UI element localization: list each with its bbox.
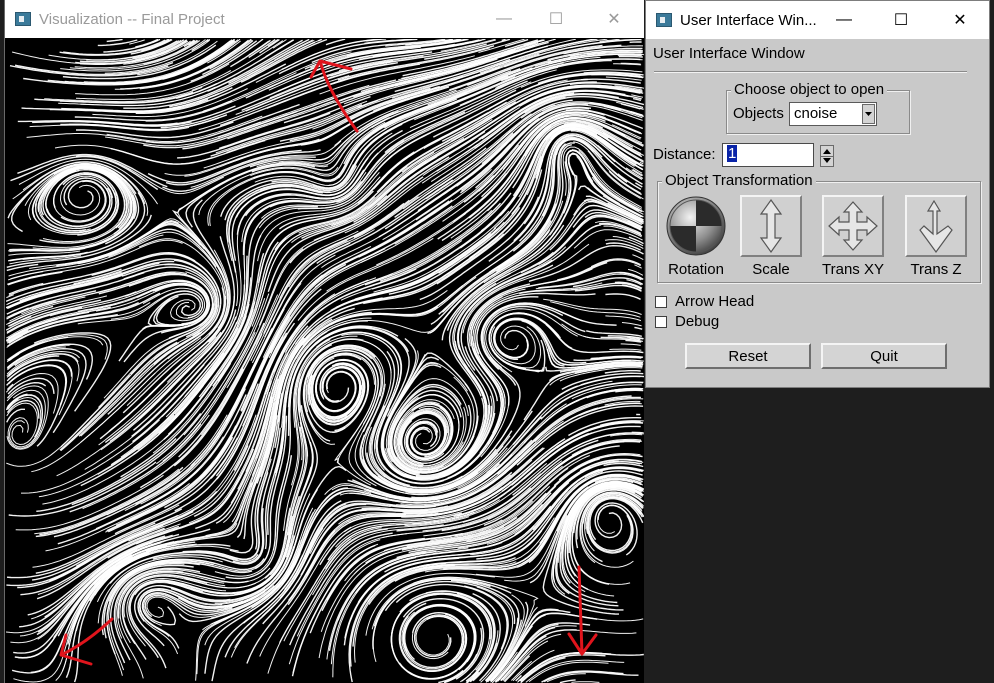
trans-xy-tool[interactable]: Trans XY [822, 195, 884, 278]
distance-label: Distance: [653, 146, 716, 163]
trans-z-label: Trans Z [910, 261, 962, 278]
spinner-up-icon[interactable] [823, 149, 831, 154]
close-button[interactable]: ✕ [591, 0, 637, 38]
debug-checkbox[interactable]: Debug [655, 313, 719, 330]
vis-titlebar[interactable]: Visualization -- Final Project — ☐ ✕ [5, 0, 644, 38]
distance-input[interactable]: 1 [722, 143, 814, 167]
open-object-group: Choose object to open Objects cnoise [726, 81, 910, 134]
minimize-button[interactable]: — [481, 0, 527, 38]
arrow-head-label: Arrow Head [675, 293, 755, 310]
ui-panel: User Interface Window Choose object to o… [646, 39, 989, 387]
open-group-legend: Choose object to open [731, 81, 888, 98]
objects-dropdown[interactable]: cnoise [789, 102, 877, 126]
minimize-button[interactable]: — [821, 1, 867, 39]
panel-heading: User Interface Window [653, 45, 805, 62]
reset-button[interactable]: Reset [685, 343, 811, 369]
distance-spinner[interactable] [820, 145, 834, 167]
debug-checkbox-box[interactable] [655, 315, 667, 328]
streamline-visualization [6, 39, 644, 683]
objects-label: Objects [733, 105, 784, 122]
ui-titlebar[interactable]: User Interface Win... — ☐ ✕ [646, 1, 989, 39]
ui-window-title: User Interface Win... [680, 11, 817, 29]
maximize-button[interactable]: ☐ [533, 0, 579, 38]
arrow-head-checkbox[interactable]: Arrow Head [655, 293, 754, 310]
scale-label: Scale [752, 261, 790, 278]
rotation-sphere-icon[interactable] [665, 195, 727, 257]
scale-arrow-icon[interactable] [740, 195, 802, 257]
transformation-legend: Object Transformation [662, 172, 816, 189]
app-icon [656, 13, 672, 27]
close-button[interactable]: ✕ [937, 1, 983, 39]
chevron-down-icon[interactable] [862, 104, 875, 124]
trans-xy-label: Trans XY [822, 261, 884, 278]
user-interface-window: User Interface Win... — ☐ ✕ User Interfa… [645, 0, 990, 388]
move-xy-icon[interactable] [822, 195, 884, 257]
spinner-down-icon[interactable] [823, 158, 831, 163]
rotation-label: Rotation [668, 261, 724, 278]
distance-value: 1 [727, 145, 738, 162]
objects-dropdown-value: cnoise [794, 105, 838, 122]
scale-tool[interactable]: Scale [740, 195, 802, 278]
app-icon [15, 12, 31, 26]
debug-label: Debug [675, 313, 720, 330]
transformation-group: Object Transformation Rotation Scale Tra… [657, 172, 981, 283]
vis-window-title: Visualization -- Final Project [39, 10, 225, 28]
visualization-window: Visualization -- Final Project — ☐ ✕ [4, 0, 644, 683]
arrow-head-checkbox-box[interactable] [655, 295, 667, 308]
maximize-button[interactable]: ☐ [878, 1, 924, 39]
streamline-canvas[interactable] [6, 39, 644, 683]
separator [654, 71, 967, 73]
trans-z-icon[interactable] [905, 195, 967, 257]
rotation-tool[interactable]: Rotation [665, 195, 727, 278]
trans-z-tool[interactable]: Trans Z [905, 195, 967, 278]
quit-button[interactable]: Quit [821, 343, 947, 369]
